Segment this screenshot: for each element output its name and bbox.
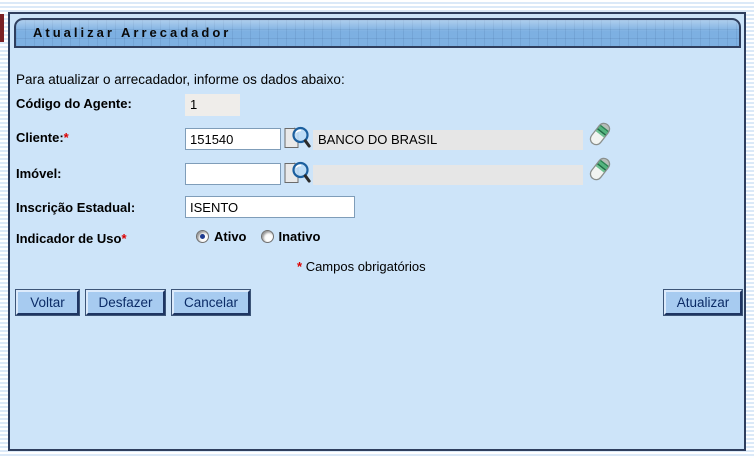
radio-button-ativo[interactable] (196, 230, 209, 243)
eraser-icon (587, 121, 613, 147)
cliente-clear-button[interactable] (587, 121, 613, 147)
panel-title: Atualizar Arrecadador (33, 25, 232, 40)
radio-button-inativo[interactable] (260, 230, 274, 243)
imovel-code-input[interactable] (185, 163, 281, 185)
radio-label-ativo: Ativo (214, 229, 247, 244)
search-icon (283, 126, 311, 149)
cliente-code-input[interactable] (185, 128, 281, 150)
radio-label-inativo: Inativo (278, 229, 321, 244)
eraser-icon (587, 156, 613, 182)
codigo-agente-value: 1 (185, 94, 240, 116)
cliente-label: Cliente:* (16, 130, 69, 145)
cancelar-button[interactable]: Cancelar (172, 290, 250, 315)
page-edge-accent (0, 14, 4, 42)
indicador-de-uso-label: Indicador de Uso* (16, 231, 127, 246)
indicador-de-uso-radio-group: Ativo Inativo (196, 229, 334, 244)
desfazer-button[interactable]: Desfazer (86, 290, 165, 315)
indicador-required-mark: * (121, 231, 127, 246)
imovel-name-display (313, 165, 583, 185)
search-icon (283, 161, 311, 184)
imovel-search-button[interactable] (283, 159, 311, 186)
imovel-clear-button[interactable] (587, 156, 613, 182)
page-background: Atualizar Arrecadador Para atualizar o a… (0, 0, 754, 458)
radio-option-inativo[interactable]: Inativo (260, 229, 321, 244)
required-note-mark: * (297, 259, 303, 274)
required-fields-note: * Campos obrigatórios (297, 259, 426, 274)
instruction-text: Para atualizar o arrecadador, informe os… (16, 72, 345, 87)
inscricao-estadual-label: Inscrição Estadual: (16, 200, 136, 215)
cliente-name-display: BANCO DO BRASIL (313, 130, 583, 150)
imovel-label: Imóvel: (16, 166, 62, 181)
atualizar-button[interactable]: Atualizar (664, 290, 742, 315)
inscricao-estadual-input[interactable] (185, 196, 355, 218)
voltar-button[interactable]: Voltar (16, 290, 79, 315)
panel-title-bar: Atualizar Arrecadador (14, 18, 741, 48)
radio-option-ativo[interactable]: Ativo (196, 229, 247, 244)
cliente-required-mark: * (63, 130, 69, 145)
codigo-agente-label: Código do Agente: (16, 96, 132, 111)
cliente-search-button[interactable] (283, 124, 311, 151)
